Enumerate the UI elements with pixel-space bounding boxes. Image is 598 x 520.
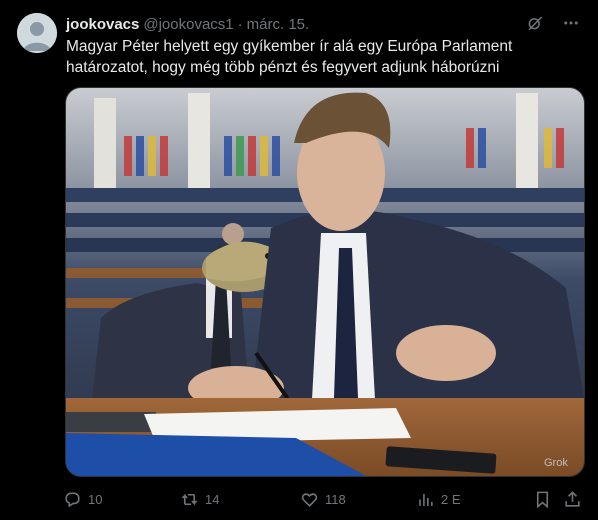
parliament-photo: Grok bbox=[66, 88, 584, 476]
author-name[interactable]: jookovacs bbox=[66, 16, 139, 33]
tweet-actions: 10 14 118 2 E bbox=[63, 488, 583, 510]
views-count: 2 E bbox=[441, 491, 461, 507]
tweet-top-actions bbox=[524, 12, 582, 34]
grok-watermark: Grok bbox=[544, 457, 568, 469]
reply-count: 10 bbox=[88, 491, 103, 507]
bookmark-icon bbox=[536, 491, 549, 508]
like-count: 118 bbox=[325, 491, 346, 507]
author-handle[interactable]: @jookovacs1 bbox=[143, 16, 233, 33]
share-icon bbox=[565, 490, 580, 507]
tweet-text: Magyar Péter helyett egy gyíkember ír al… bbox=[66, 38, 513, 76]
views-icon bbox=[419, 493, 433, 506]
views-button[interactable]: 2 E bbox=[416, 488, 461, 510]
default-avatar-icon bbox=[17, 13, 57, 53]
like-button[interactable]: 118 bbox=[300, 488, 346, 510]
grok-icon[interactable] bbox=[524, 12, 546, 34]
reply-button[interactable]: 10 bbox=[63, 488, 102, 510]
avatar[interactable] bbox=[17, 13, 57, 53]
tweet-date[interactable]: márc. 15. bbox=[247, 16, 310, 33]
bookmark-button[interactable] bbox=[533, 488, 552, 510]
reply-icon bbox=[65, 491, 80, 507]
retweet-count: 14 bbox=[205, 491, 220, 507]
share-button[interactable] bbox=[563, 488, 582, 510]
tweet[interactable]: jookovacs @jookovacs1 · márc. 15. Magyar… bbox=[0, 0, 598, 520]
tweet-image[interactable]: Grok bbox=[65, 87, 585, 477]
retweet-icon bbox=[181, 493, 198, 505]
like-icon bbox=[301, 492, 318, 507]
more-icon[interactable] bbox=[560, 12, 582, 34]
retweet-button[interactable]: 14 bbox=[180, 488, 219, 510]
tweet-header: jookovacs @jookovacs1 · márc. 15. bbox=[66, 14, 309, 34]
separator-dot: · bbox=[237, 15, 243, 33]
